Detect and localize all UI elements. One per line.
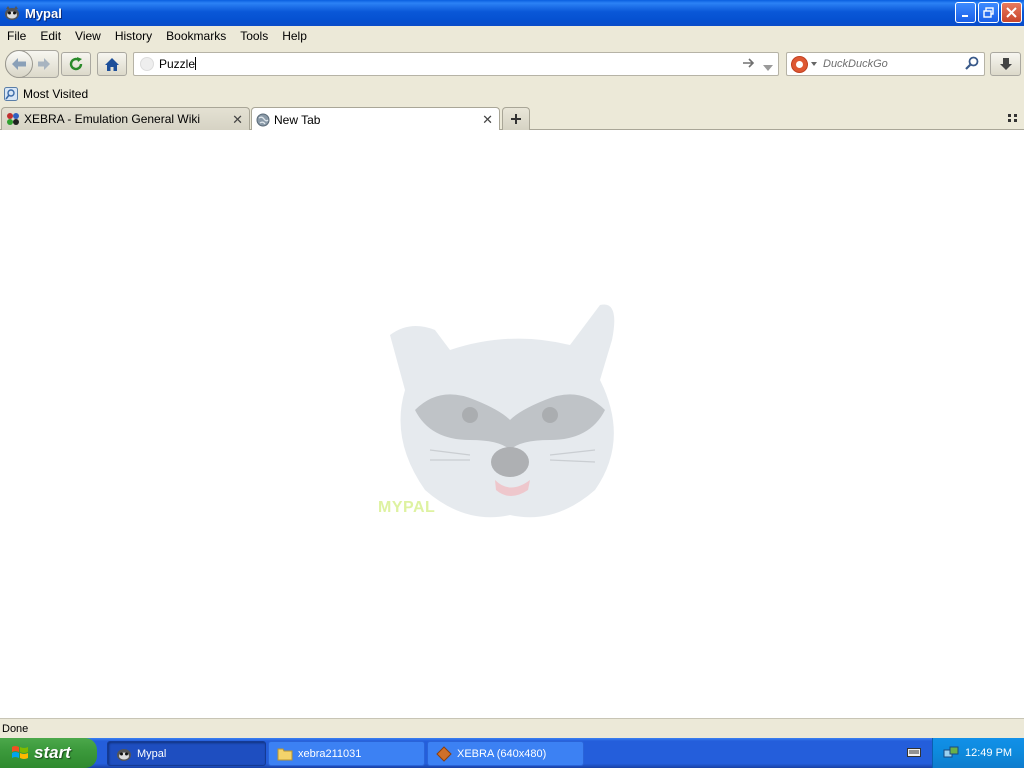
plus-icon (511, 114, 521, 124)
tab-label: New Tab (274, 112, 321, 127)
window-title: Mypal (25, 5, 62, 21)
status-bar: Done (0, 718, 1024, 738)
title-bar: Mypal (0, 0, 1024, 26)
minimize-button[interactable] (955, 2, 976, 23)
menu-tools[interactable]: Tools (233, 29, 275, 43)
tab-list-icon[interactable] (1008, 113, 1018, 123)
task-label: Mypal (137, 747, 167, 760)
search-icon (965, 56, 979, 70)
menu-help[interactable]: Help (275, 29, 314, 43)
menu-view[interactable]: View (68, 29, 108, 43)
close-button[interactable] (1001, 2, 1022, 23)
new-tab-button[interactable] (502, 107, 530, 130)
url-history-dropdown[interactable] (763, 61, 773, 75)
downloads-button[interactable] (990, 52, 1021, 76)
forward-button[interactable] (37, 57, 51, 74)
start-label: start (34, 743, 71, 762)
page-content: MYPAL (0, 130, 1024, 718)
clock[interactable]: 12:49 PM (965, 747, 1012, 759)
bookmarks-toolbar: Most Visited (0, 82, 1024, 106)
status-text: Done (2, 722, 29, 735)
forward-icon (38, 58, 50, 70)
search-bar[interactable]: DuckDuckGo (786, 52, 985, 76)
restore-icon (983, 7, 994, 18)
home-button[interactable] (97, 52, 127, 76)
minimize-icon (962, 15, 968, 17)
most-visited-folder-icon (4, 87, 18, 101)
page-favicon-icon (140, 57, 154, 71)
search-button[interactable] (965, 56, 979, 73)
raccoon-mascot-image (390, 304, 615, 518)
bookmark-most-visited[interactable]: Most Visited (4, 87, 88, 101)
duckduckgo-icon[interactable] (791, 56, 808, 73)
engine-dropdown-icon[interactable] (811, 62, 817, 66)
go-button[interactable] (742, 56, 756, 73)
network-icon[interactable] (943, 745, 959, 761)
reload-button[interactable] (61, 52, 91, 76)
folder-icon (277, 746, 293, 762)
start-button[interactable]: start (0, 738, 97, 768)
menu-history[interactable]: History (108, 29, 159, 43)
search-input[interactable]: DuckDuckGo (823, 58, 888, 70)
url-input[interactable]: Puzzle (159, 57, 196, 71)
reload-icon (69, 57, 83, 71)
task-label: xebra211031 (298, 747, 362, 760)
menu-edit[interactable]: Edit (33, 29, 68, 43)
taskbar-item-xebra-emulator[interactable]: XEBRA (640x480) (427, 741, 584, 766)
url-bar[interactable]: Puzzle (133, 52, 779, 76)
back-forward-group (5, 50, 59, 78)
globe-icon (255, 112, 271, 128)
home-icon (105, 57, 119, 71)
taskbar: start Mypal xebra211031 XEBRA (640x480) … (0, 738, 1024, 768)
tab-strip: XEBRA - Emulation General Wiki ✕ New Tab… (0, 106, 1024, 131)
tab-xebra[interactable]: XEBRA - Emulation General Wiki ✕ (1, 107, 250, 130)
close-icon (1006, 7, 1017, 18)
windows-flag-icon (12, 746, 28, 759)
menu-file[interactable]: File (0, 29, 33, 43)
back-icon (12, 58, 26, 70)
mypal-task-icon (116, 746, 132, 762)
url-dropdown-icon (763, 65, 773, 71)
mascot-wordmark: MYPAL (378, 499, 436, 516)
task-label: XEBRA (640x480) (457, 747, 547, 760)
xebra-favicon-icon (5, 111, 21, 127)
tab-close-icon[interactable]: ✕ (482, 112, 493, 128)
menu-bar: File Edit View History Bookmarks Tools H… (0, 26, 1024, 46)
navigation-toolbar: Puzzle DuckDuckGo (0, 46, 1024, 82)
xebra-diamond-icon (436, 745, 452, 762)
tab-close-icon[interactable]: ✕ (232, 112, 243, 128)
system-tray: 12:49 PM (932, 738, 1024, 768)
menu-bookmarks[interactable]: Bookmarks (159, 29, 233, 43)
taskbar-item-mypal[interactable]: Mypal (107, 741, 266, 766)
taskbar-item-xebra-folder[interactable]: xebra211031 (268, 741, 425, 766)
go-arrow-icon (743, 58, 755, 68)
tab-label: XEBRA - Emulation General Wiki (24, 112, 201, 126)
mypal-app-icon[interactable] (4, 5, 20, 21)
keyboard-icon[interactable] (907, 746, 921, 758)
back-button[interactable] (5, 50, 33, 78)
download-icon (999, 57, 1012, 70)
restore-button[interactable] (978, 2, 999, 23)
tab-new-tab[interactable]: New Tab ✕ (251, 107, 500, 131)
bookmark-label: Most Visited (23, 87, 89, 101)
